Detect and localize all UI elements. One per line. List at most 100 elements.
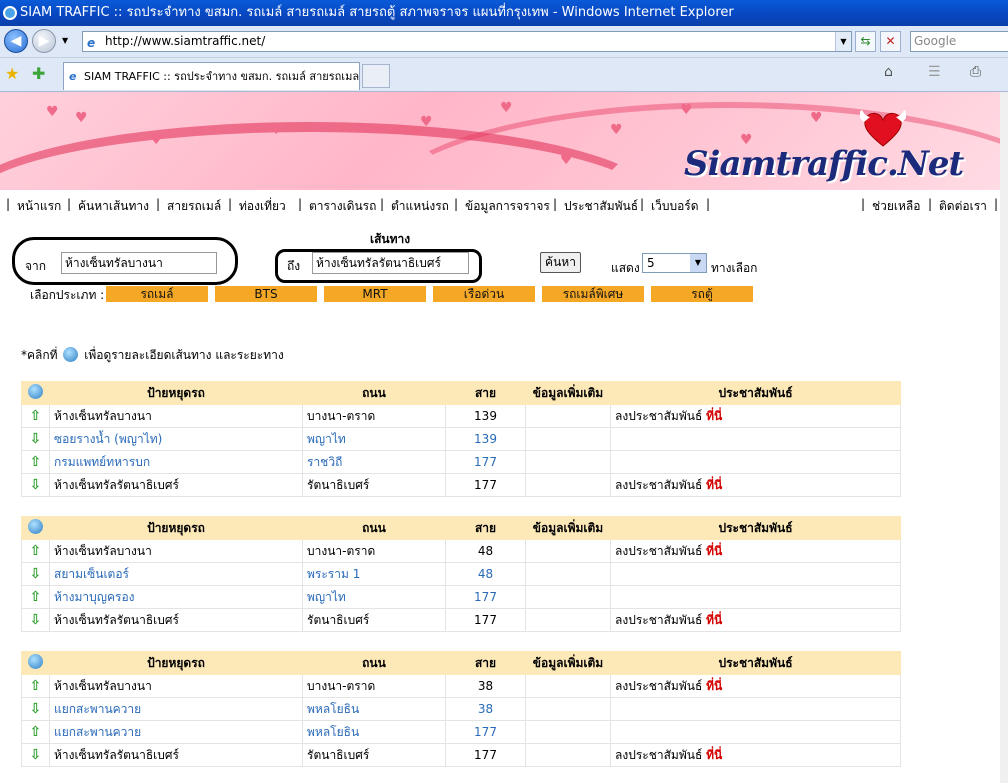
- home-icon[interactable]: ⌂: [884, 64, 893, 80]
- bus-line[interactable]: 177: [445, 720, 526, 744]
- road-name: รัตนาธิเบศร์: [302, 473, 446, 497]
- chevron-down-icon[interactable]: ▼: [690, 254, 706, 272]
- menu-item-announcements[interactable]: ประชาสัมพันธ์: [564, 197, 638, 216]
- add-favorites-icon[interactable]: ✚: [32, 64, 45, 83]
- type-bts[interactable]: BTS: [215, 286, 317, 302]
- to-input[interactable]: ห้างเซ็นทรัลรัตนาธิเบศร์: [312, 252, 469, 274]
- header-road: ถนน: [302, 651, 446, 675]
- pr-link[interactable]: ที่นี่: [706, 544, 722, 558]
- bus-line[interactable]: 48: [445, 562, 526, 586]
- site-banner: ♥ ♥ ♥ ♥ ♥ ♥ ♥ ♥ ♥ ♥ ♥ Siamtraffic.Net: [0, 92, 1008, 190]
- feeds-icon[interactable]: ☰: [928, 64, 941, 80]
- type-special-bus[interactable]: รถเมล์พิเศษ: [542, 286, 644, 302]
- pr-link[interactable]: ที่นี่: [706, 748, 722, 762]
- menu-separator: |: [228, 197, 233, 211]
- stop-name[interactable]: ซอยรางน้ำ (พญาไท): [49, 427, 303, 451]
- back-button[interactable]: ◀: [4, 29, 28, 53]
- type-express-boat[interactable]: เรือด่วน: [433, 286, 535, 302]
- page-scrollbar[interactable]: [1000, 92, 1008, 783]
- pr-link[interactable]: ที่นี่: [706, 409, 722, 423]
- search-title: เส้นทาง: [370, 232, 411, 246]
- menu-item-bus-location[interactable]: ตำแหน่งรถ: [391, 197, 449, 216]
- menu-item-bus-lines[interactable]: สายรถเมล์: [167, 197, 221, 216]
- search-input[interactable]: Google: [910, 31, 1008, 52]
- address-dropdown-icon[interactable]: ▼: [835, 32, 851, 51]
- header-stop: ป้ายหยุดรถ: [49, 651, 303, 675]
- road-name[interactable]: พญาไท: [302, 585, 446, 609]
- from-label: จาก: [25, 259, 47, 273]
- stop-name[interactable]: สยามเซ็นเตอร์: [49, 562, 303, 586]
- route-detail-icon[interactable]: [28, 384, 43, 399]
- info-cell: [525, 539, 611, 563]
- direction-cell: ⇧: [21, 585, 50, 609]
- menu-item-contact[interactable]: ติดต่อเรา: [939, 197, 987, 216]
- tab-favicon-icon: e: [69, 70, 77, 83]
- menu-item-timetable[interactable]: ตารางเดินรถ: [309, 197, 376, 216]
- road-name: บางนา-ตราด: [302, 674, 446, 698]
- main-menu: | หน้าแรก | ค้นหาเส้นทาง | สายรถเมล์ | ท…: [0, 197, 1008, 215]
- pr-link[interactable]: ที่นี่: [706, 613, 722, 627]
- pr-link[interactable]: ที่นี่: [706, 679, 722, 693]
- pr-cell: [610, 427, 901, 451]
- stop-name[interactable]: กรมแพทย์ทหารบก: [49, 450, 303, 474]
- stop-name[interactable]: แยกสะพานควาย: [49, 720, 303, 744]
- from-input[interactable]: ห้างเซ็นทรัลบางนา: [61, 252, 217, 274]
- road-name[interactable]: พระราม 1: [302, 562, 446, 586]
- bus-line: 177: [445, 608, 526, 632]
- bus-line[interactable]: 177: [445, 585, 526, 609]
- type-bus[interactable]: รถเมล์: [106, 286, 208, 302]
- address-bar[interactable]: e http://www.siamtraffic.net/ ▼: [82, 31, 852, 52]
- header-road: ถนน: [302, 381, 446, 405]
- info-cell: [525, 674, 611, 698]
- tab-siamtraffic[interactable]: e SIAM TRAFFIC :: รถประจำทาง ขสมก. รถเมล…: [63, 62, 360, 90]
- menu-item-webboard[interactable]: เว็บบอร์ด: [651, 197, 699, 216]
- header-info: ข้อมูลเพิ่มเติม: [525, 651, 611, 675]
- menu-item-home[interactable]: หน้าแรก: [17, 197, 61, 216]
- alight-arrow-icon: ⇩: [29, 747, 42, 763]
- heart-icon: ♥: [680, 102, 693, 118]
- direction-cell: ⇩: [21, 608, 50, 632]
- menu-item-travel[interactable]: ท่องเที่ยว: [239, 197, 286, 216]
- type-mrt[interactable]: MRT: [324, 286, 426, 302]
- menu-separator: |: [6, 197, 11, 211]
- heart-icon: ♥: [560, 152, 573, 168]
- search-button[interactable]: ค้นหา: [540, 252, 581, 273]
- bus-line[interactable]: 139: [445, 427, 526, 451]
- history-dropdown-icon[interactable]: ▼: [62, 36, 68, 45]
- forward-button[interactable]: ▶: [32, 29, 56, 53]
- print-icon[interactable]: ⎙: [970, 64, 981, 80]
- menu-item-traffic-info[interactable]: ข้อมูลการจราจร: [465, 197, 550, 216]
- heart-icon: ♥: [46, 104, 59, 120]
- stop-name[interactable]: แยกสะพานควาย: [49, 697, 303, 721]
- type-label: เลือกประเภท :: [30, 288, 105, 302]
- site-logo[interactable]: Siamtraffic.Net: [684, 144, 964, 184]
- stop-button[interactable]: ✕: [880, 31, 901, 52]
- route-detail-icon[interactable]: [28, 654, 43, 669]
- menu-separator: |: [454, 197, 459, 211]
- stop-name[interactable]: ห้างมาบุญครอง: [49, 585, 303, 609]
- stop-name: ห้างเซ็นทรัลรัตนาธิเบศร์: [49, 743, 303, 767]
- options-label: ทางเลือก: [711, 261, 758, 275]
- bus-line[interactable]: 38: [445, 697, 526, 721]
- direction-cell: ⇩: [21, 697, 50, 721]
- menu-item-route-search[interactable]: ค้นหาเส้นทาง: [78, 197, 149, 216]
- refresh-button[interactable]: ⇆: [855, 31, 876, 52]
- pr-text: ลงประชาสัมพันธ์: [615, 408, 703, 423]
- road-name[interactable]: พหลโยธิน: [302, 720, 446, 744]
- road-name[interactable]: ราชวิถี: [302, 450, 446, 474]
- type-van[interactable]: รถตู้: [651, 286, 753, 302]
- pr-text: ลงประชาสัมพันธ์: [615, 612, 703, 627]
- pr-link[interactable]: ที่นี่: [706, 478, 722, 492]
- bus-line[interactable]: 177: [445, 450, 526, 474]
- info-cell: [525, 585, 611, 609]
- options-count-select[interactable]: 5 ▼: [642, 253, 707, 273]
- route-detail-icon[interactable]: [28, 519, 43, 534]
- road-name[interactable]: พหลโยธิน: [302, 697, 446, 721]
- menu-item-help[interactable]: ช่วยเหลือ: [872, 197, 921, 216]
- road-name[interactable]: พญาไท: [302, 427, 446, 451]
- board-arrow-icon: ⇧: [29, 678, 42, 694]
- heart-icon: ♥: [420, 114, 433, 130]
- new-tab-button[interactable]: [362, 64, 390, 88]
- favorites-star-icon[interactable]: ★: [5, 64, 19, 83]
- direction-cell: ⇧: [21, 450, 50, 474]
